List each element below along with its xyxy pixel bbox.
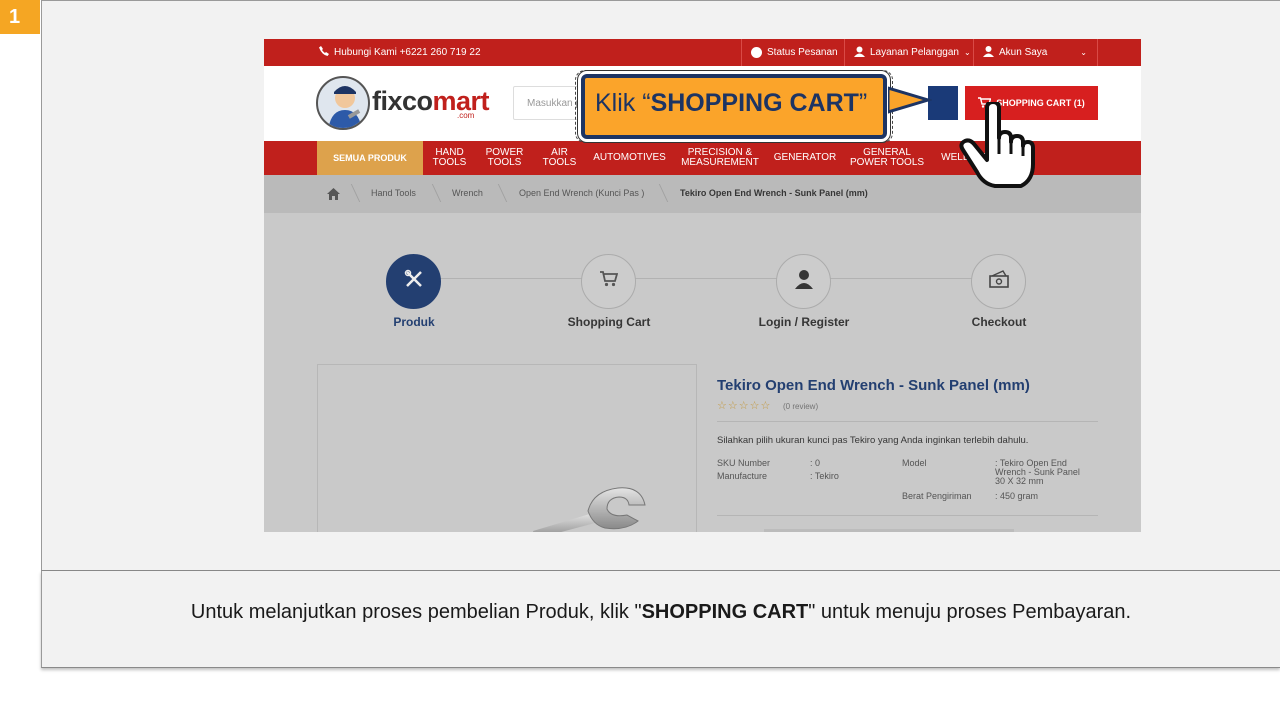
breadcrumb-item[interactable]: Wrench bbox=[452, 188, 483, 198]
caption-pre: Untuk melanjutkan proses pembelian Produ… bbox=[190, 601, 642, 623]
screenshot-panel: Hubungi Kami +6221 260 719 22 Status Pes… bbox=[41, 0, 1280, 571]
divider bbox=[764, 529, 1014, 532]
breadcrumb-item[interactable]: Open End Wrench (Kunci Pas ) bbox=[519, 188, 644, 198]
menu-label: MEASUREMENT bbox=[681, 157, 759, 168]
step-checkout[interactable] bbox=[971, 254, 1026, 309]
model-label: Model bbox=[902, 458, 927, 468]
menu-generator[interactable]: GENERATOR bbox=[772, 141, 838, 175]
caption-panel: Untuk melanjutkan proses pembelian Produ… bbox=[41, 571, 1280, 668]
chevron-down-icon: ⌄ bbox=[963, 48, 971, 57]
breadcrumb-separator bbox=[422, 184, 442, 202]
breadcrumb-separator bbox=[341, 184, 361, 202]
customer-service-icon bbox=[854, 46, 865, 60]
layanan-pelanggan-label: Layanan Pelanggan bbox=[870, 47, 959, 58]
step-produk[interactable] bbox=[386, 254, 441, 309]
caption-post: " untuk menuju proses Pembayaran. bbox=[808, 601, 1132, 623]
manufacture-label: Manufacture bbox=[717, 471, 768, 481]
divider bbox=[717, 515, 1098, 516]
menu-label: TOOLS bbox=[542, 157, 577, 168]
home-icon[interactable] bbox=[327, 188, 340, 202]
step-label-login-register: Login / Register bbox=[758, 315, 850, 329]
status-pesanan-label: Status Pesanan bbox=[767, 47, 838, 58]
breadcrumb-current: Tekiro Open End Wrench - Sunk Panel (mm) bbox=[680, 188, 868, 198]
user-icon bbox=[983, 45, 994, 60]
breadcrumb-separator bbox=[649, 184, 669, 202]
logo-text-main: fixco bbox=[372, 86, 433, 116]
step-shopping-cart[interactable] bbox=[581, 254, 636, 309]
manufacture-value: : Tekiro bbox=[810, 471, 839, 481]
step-label-produk: Produk bbox=[393, 315, 435, 329]
sku-value: : 0 bbox=[810, 458, 821, 468]
phone-icon bbox=[319, 46, 329, 59]
phone-contact[interactable]: Hubungi Kami +6221 260 719 22 bbox=[319, 46, 481, 59]
callout-suffix: ” bbox=[858, 89, 868, 117]
caption-bold: SHOPPING CART bbox=[641, 601, 809, 623]
menu-label: TOOLS bbox=[487, 157, 522, 168]
menu-label: TOOLS bbox=[432, 157, 467, 168]
sku-label: SKU Number bbox=[717, 458, 771, 468]
breadcrumb-separator bbox=[488, 184, 508, 202]
callout-prefix: Klik “ bbox=[595, 89, 651, 117]
hand-pointer-icon bbox=[959, 100, 1035, 193]
layanan-pelanggan-link[interactable]: Layanan Pelanggan ⌄ bbox=[844, 39, 973, 66]
mascot-logo-icon[interactable] bbox=[316, 76, 370, 130]
product-image-box[interactable] bbox=[317, 364, 697, 532]
callout-pointer-arrow-icon bbox=[886, 85, 934, 120]
menu-general-power-tools[interactable]: GENERAL POWER TOOLS bbox=[849, 141, 925, 175]
instruction-caption: Untuk melanjutkan proses pembelian Produ… bbox=[42, 601, 1280, 624]
search-button[interactable] bbox=[928, 86, 958, 120]
menu-power-tools[interactable]: POWER TOOLS bbox=[482, 141, 527, 175]
wrench-image-icon bbox=[533, 483, 673, 532]
callout-box: Klik “SHOPPING CART” bbox=[581, 74, 887, 139]
step-login-register[interactable] bbox=[776, 254, 831, 309]
step-label-checkout: Checkout bbox=[971, 315, 1027, 329]
money-icon bbox=[988, 270, 1009, 293]
callout-bold: SHOPPING CART bbox=[650, 89, 859, 117]
status-pesanan-link[interactable]: Status Pesanan bbox=[741, 39, 844, 66]
menu-hand-tools[interactable]: HAND TOOLS bbox=[428, 141, 471, 175]
chevron-down-icon: ⌄ bbox=[1080, 48, 1087, 57]
step-number-badge: 1 bbox=[0, 0, 40, 34]
weight-value: : 450 gram bbox=[995, 491, 1039, 501]
menu-semua-produk[interactable]: SEMUA PRODUK bbox=[317, 141, 423, 175]
divider bbox=[717, 421, 1098, 422]
review-count[interactable]: (0 review) bbox=[783, 402, 818, 411]
breadcrumb-item[interactable]: Hand Tools bbox=[371, 188, 416, 198]
product-page-content: Produk Shopping Cart Login / Register Ch… bbox=[264, 213, 1141, 532]
weight-label: Berat Pengiriman bbox=[902, 491, 972, 501]
product-description: Silahkan pilih ukuran kunci pas Tekiro y… bbox=[717, 435, 1029, 446]
akun-saya-menu[interactable]: Akun Saya ⌄ bbox=[973, 39, 1098, 66]
menu-air-tools[interactable]: AIR TOOLS bbox=[537, 141, 582, 175]
callout-text: Klik “SHOPPING CART” bbox=[595, 89, 867, 118]
model-value-line: 30 X 32 mm bbox=[995, 476, 1044, 486]
top-bar: Hubungi Kami +6221 260 719 22 Status Pes… bbox=[264, 39, 1141, 66]
steps-connector-line bbox=[414, 278, 1004, 279]
product-title: Tekiro Open End Wrench - Sunk Panel (mm) bbox=[717, 377, 1030, 394]
phone-text: Hubungi Kami +6221 260 719 22 bbox=[334, 47, 481, 58]
menu-precision-measurement[interactable]: PRECISION & MEASUREMENT bbox=[677, 141, 763, 175]
check-circle-icon bbox=[751, 47, 762, 58]
cart-icon bbox=[599, 271, 618, 292]
rating-stars-icon[interactable]: ☆☆☆☆☆ bbox=[717, 399, 771, 412]
menu-label: POWER TOOLS bbox=[849, 157, 925, 168]
akun-saya-label: Akun Saya bbox=[999, 47, 1048, 58]
user-icon bbox=[794, 269, 814, 294]
logo-domain: .com bbox=[457, 111, 475, 120]
tools-icon bbox=[404, 269, 424, 294]
step-label-shopping-cart: Shopping Cart bbox=[567, 315, 651, 329]
menu-automotives[interactable]: AUTOMOTIVES bbox=[592, 141, 667, 175]
